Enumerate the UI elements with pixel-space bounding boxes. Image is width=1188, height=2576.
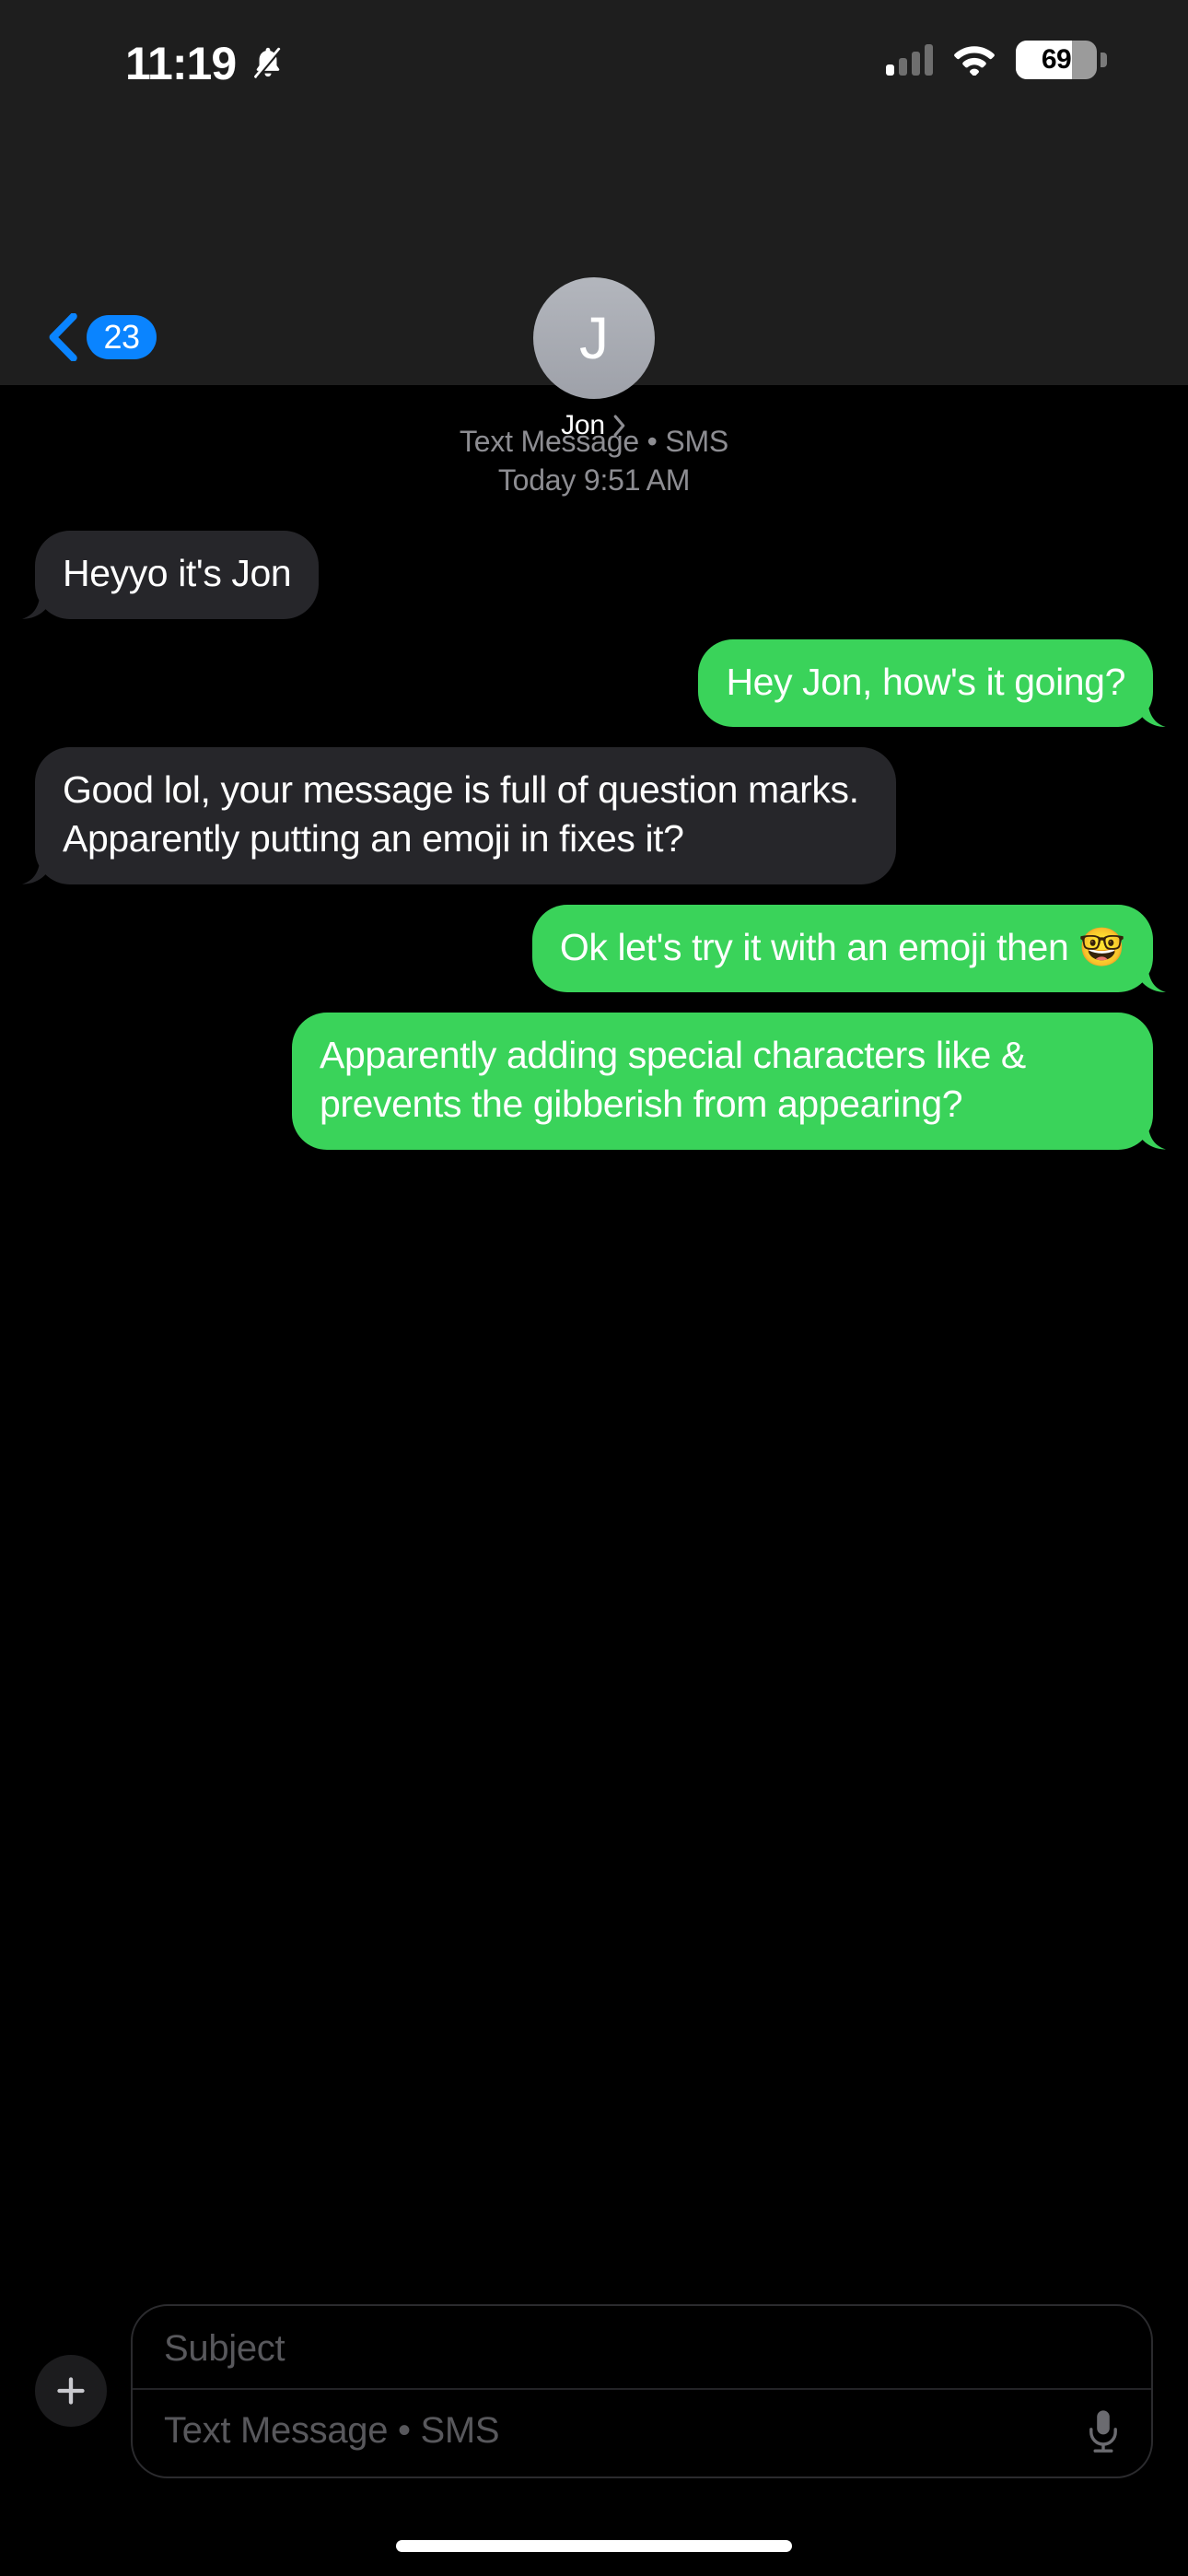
status-bar-right: 69 [886,41,1107,79]
status-bar: 11:19 69 [0,0,1188,109]
navigation-bar: 23 J Jon [0,109,1188,440]
microphone-icon[interactable] [1087,2408,1120,2454]
thread-timestamp: Today 9:51 AM [497,463,691,498]
message-row: Hey Jon, how's it going? [35,638,1153,728]
home-indicator[interactable] [396,2539,792,2552]
messages-screen: 11:19 69 23 J Jon Text Message • SMS Tod… [0,0,1188,2576]
battery-percent-label: 69 [1041,44,1072,75]
avatar-initial: J [579,305,609,371]
contact-header[interactable]: J Jon [0,277,1188,441]
battery-body: 69 [1016,41,1097,79]
message-row: Good lol, your message is full of questi… [35,747,1153,884]
message-bubble-outgoing[interactable]: Apparently adding special characters lik… [292,1012,1153,1150]
contact-name-row[interactable]: Jon [561,410,627,441]
message-list: Heyyo it's Jon Hey Jon, how's it going? … [35,531,1153,1169]
subject-input[interactable]: Subject [133,2312,1151,2390]
avatar[interactable]: J [533,277,655,399]
message-row: Ok let's try it with an emoji then 🤓 [35,904,1153,992]
message-input-container[interactable]: Subject Text Message • SMS [131,2303,1153,2478]
wifi-icon [954,46,995,76]
message-row: Apparently adding special characters lik… [35,1012,1153,1150]
cellular-signal-icon [886,44,933,76]
battery-indicator: 69 [1016,41,1107,79]
message-row: Heyyo it's Jon [35,531,1153,619]
bell-slash-icon [254,47,283,79]
message-input-row[interactable]: Text Message • SMS [133,2390,1151,2471]
status-bar-left: 11:19 [125,41,287,87]
status-bar-clock: 11:19 [125,38,237,89]
contact-name-label: Jon [561,410,605,440]
conversation-thread: Text Message • SMS Today 9:51 AM Heyyo i… [0,385,1188,2266]
battery-cap [1101,53,1107,67]
plus-icon [57,2377,85,2405]
message-input[interactable]: Text Message • SMS [164,2410,500,2452]
message-bubble-incoming[interactable]: Good lol, your message is full of questi… [35,747,896,884]
composer-bar: Subject Text Message • SMS [0,2266,1188,2515]
add-attachment-button[interactable] [35,2355,107,2427]
message-bubble-incoming[interactable]: Heyyo it's Jon [35,531,320,619]
home-indicator-area [0,2515,1188,2576]
message-bubble-outgoing[interactable]: Ok let's try it with an emoji then 🤓 [531,904,1153,992]
message-bubble-outgoing[interactable]: Hey Jon, how's it going? [698,638,1153,728]
chevron-right-icon [613,415,625,437]
